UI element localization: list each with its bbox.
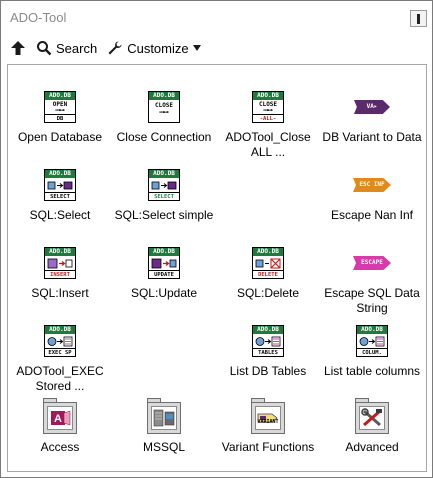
palette-item-close-connection[interactable]: ADO.DB CLOSE ⊸⊷ Close Connection bbox=[112, 87, 216, 145]
sql-insert-icon: ADO.DB INSERT bbox=[44, 247, 76, 279]
variant-to-data-icon: VA▸ bbox=[354, 100, 390, 114]
up-button[interactable] bbox=[7, 36, 29, 60]
mssql-folder-icon bbox=[145, 398, 183, 436]
item-label: SQL:Delete bbox=[236, 286, 300, 300]
title-bar[interactable]: ADO-Tool bbox=[1, 1, 432, 34]
customize-label: Customize bbox=[127, 40, 189, 56]
palette-item-sql-select[interactable]: ADO.DB SELECT SQL:Select bbox=[8, 165, 112, 223]
palette-item-advanced[interactable]: Advanced bbox=[320, 397, 424, 455]
palette-item-list-table-columns[interactable]: ADO.DB COLUM. List table columns bbox=[320, 321, 424, 379]
item-label: ADOTool_EXEC Stored ... bbox=[16, 364, 104, 393]
palette-item-variant-to-data[interactable]: VA▸ DB Variant to Data bbox=[320, 87, 424, 145]
palette-item-sql-delete[interactable]: ADO.DB DELETE SQL:Delete bbox=[216, 243, 320, 301]
palette-item-escape-nan-inf[interactable]: ESC INF Escape Nan Inf bbox=[320, 165, 424, 223]
palette-item-mssql[interactable]: MSSQL bbox=[112, 397, 216, 455]
sql-delete-icon: ADO.DB DELETE bbox=[252, 247, 284, 279]
item-label: Open Database bbox=[17, 130, 103, 144]
item-label: SQL:Update bbox=[130, 286, 198, 300]
wrench-icon bbox=[107, 40, 123, 56]
toolbar: Search Customize bbox=[7, 34, 427, 62]
palette-item-open-database[interactable]: ADO.DB OPEN ⊸⊷ DB Open Database bbox=[8, 87, 112, 145]
item-label: SQL:Select simple bbox=[114, 208, 214, 222]
item-label: MSSQL bbox=[142, 440, 185, 454]
palette-window: ADO-Tool Search Customize ADO.DB OPEN ⊸⊷… bbox=[0, 0, 433, 478]
item-label: Escape SQL Data String bbox=[324, 286, 420, 315]
item-label: Access bbox=[40, 440, 80, 454]
customize-button[interactable]: Customize bbox=[104, 36, 203, 60]
escape-nan-inf-icon: ESC INF bbox=[353, 178, 391, 192]
palette-item-sql-update[interactable]: ADO.DB UPDATE SQL:Update bbox=[112, 243, 216, 301]
sql-select-simple-icon: ADO.DB SELECT bbox=[148, 169, 180, 201]
palette-item-variant-functions[interactable]: VARIANT Variant Functions bbox=[216, 397, 320, 455]
sql-update-icon: ADO.DB UPDATE bbox=[148, 247, 180, 279]
palette-item-escape-sql-string[interactable]: ESCAPE Escape SQL Data String bbox=[320, 243, 424, 316]
window-title: ADO-Tool bbox=[10, 10, 67, 25]
close-icon bbox=[417, 14, 420, 24]
palette-item-sql-insert[interactable]: ADO.DB INSERT SQL:Insert bbox=[8, 243, 112, 301]
up-arrow-icon bbox=[10, 40, 26, 56]
item-label: Advanced bbox=[345, 440, 399, 454]
access-folder-icon: A bbox=[41, 398, 79, 436]
svg-text:A: A bbox=[54, 413, 62, 425]
palette-item-exec-stored[interactable]: ADO.DB EXEC SP ADOTool_EXEC Stored ... bbox=[8, 321, 112, 394]
dropdown-arrow-icon bbox=[192, 44, 201, 52]
variant-folder-text: VARIANT bbox=[257, 419, 279, 425]
variant-folder-icon: VARIANT bbox=[249, 398, 287, 436]
item-label: SQL:Insert bbox=[31, 286, 89, 300]
palette-grid: ADO.DB OPEN ⊸⊷ DB Open Database ADO.DB CL… bbox=[7, 64, 427, 472]
search-button[interactable]: Search bbox=[33, 36, 100, 60]
item-label: Close Connection bbox=[116, 130, 212, 144]
exec-stored-icon: ADO.DB EXEC SP bbox=[44, 325, 76, 357]
item-label: Escape Nan Inf bbox=[330, 208, 414, 222]
list-tables-icon: ADO.DB TABLES bbox=[252, 325, 284, 357]
escape-sql-string-icon: ESCAPE bbox=[353, 256, 391, 270]
advanced-folder-icon bbox=[353, 398, 391, 436]
list-columns-icon: ADO.DB COLUM. bbox=[356, 325, 388, 357]
close-all-icon: ADO.DB CLOSE ⊸⊷ -ALL- bbox=[252, 91, 284, 123]
sql-select-icon: ADO.DB SELECT bbox=[44, 169, 76, 201]
item-label: Variant Functions bbox=[221, 440, 315, 454]
search-label: Search bbox=[56, 40, 98, 56]
palette-item-sql-select-simple[interactable]: ADO.DB SELECT SQL:Select simple bbox=[112, 165, 216, 223]
item-label: ADOTool_Close ALL ... bbox=[225, 130, 311, 159]
item-label: SQL:Select bbox=[29, 208, 91, 222]
palette-item-list-db-tables[interactable]: ADO.DB TABLES List DB Tables bbox=[216, 321, 320, 379]
open-database-icon: ADO.DB OPEN ⊸⊷ DB bbox=[44, 91, 76, 123]
item-label: List table columns bbox=[323, 364, 421, 378]
palette-item-access[interactable]: A Access bbox=[8, 397, 112, 455]
window-close-button[interactable] bbox=[410, 10, 427, 27]
close-connection-icon: ADO.DB CLOSE ⊸⊷ bbox=[148, 91, 180, 123]
item-label: List DB Tables bbox=[229, 364, 307, 378]
search-icon bbox=[36, 40, 52, 56]
item-label: DB Variant to Data bbox=[322, 130, 422, 144]
palette-item-close-all[interactable]: ADO.DB CLOSE ⊸⊷ -ALL- ADOTool_Close ALL .… bbox=[216, 87, 320, 160]
